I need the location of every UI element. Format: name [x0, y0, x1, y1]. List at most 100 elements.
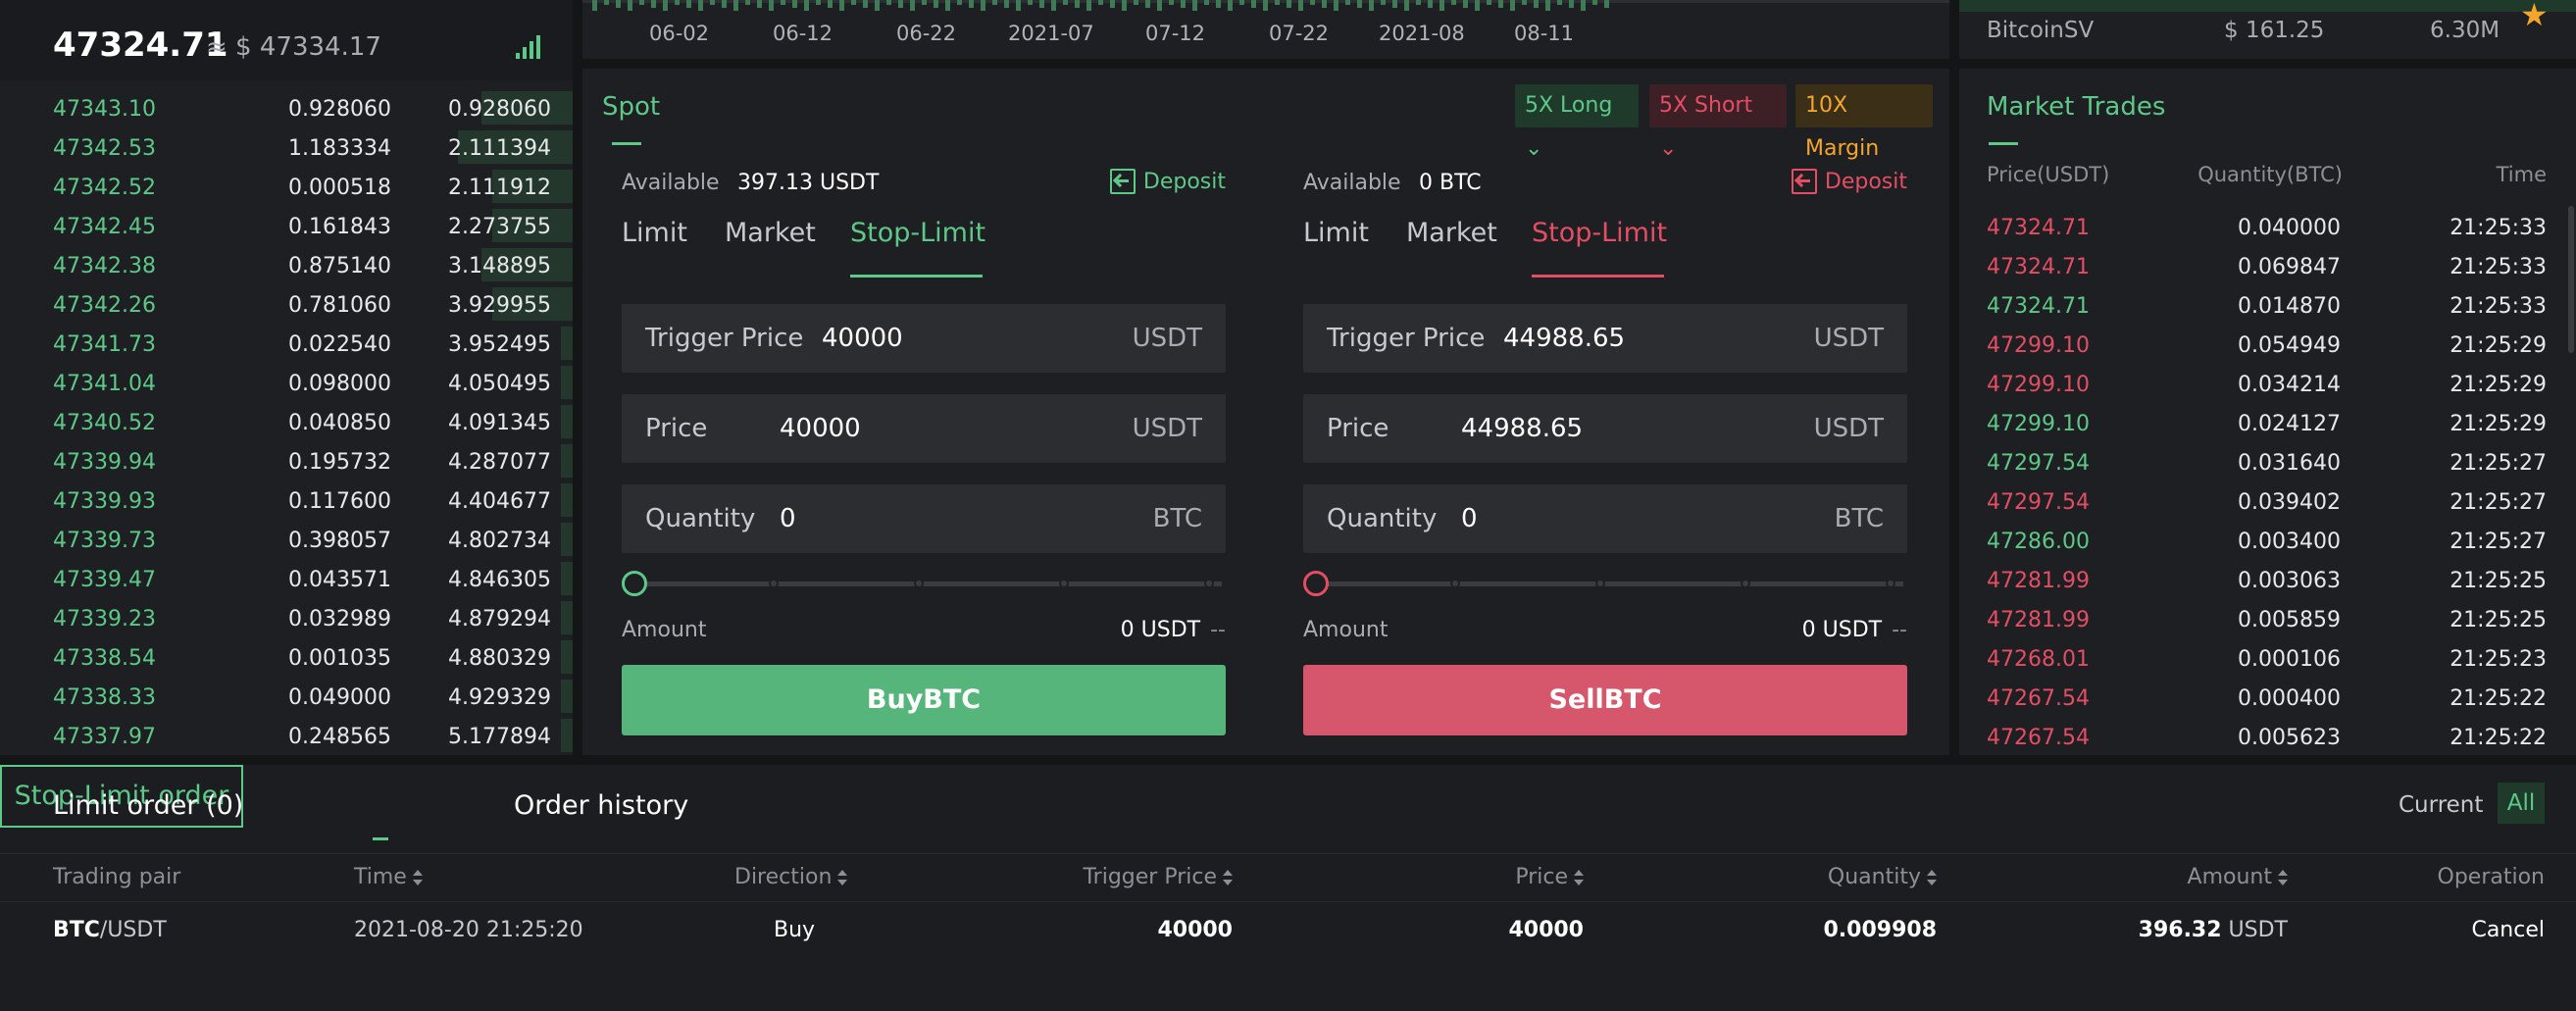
margin-10x-button[interactable]: 10X Margin [1795, 84, 1933, 161]
order-book-row[interactable]: 47342.53 1.183334 2.111394 [0, 127, 573, 167]
quantity-slider[interactable] [1303, 569, 1907, 598]
trigger-price-input[interactable]: 40000 [822, 324, 903, 353]
slider-mark-100[interactable] [1886, 579, 1895, 588]
ticker-price: $ 161.25 [2224, 18, 2325, 43]
order-book-row[interactable]: 47342.45 0.161843 2.273755 [0, 206, 573, 245]
slider-mark-75[interactable] [1741, 579, 1750, 588]
tab-market[interactable]: Market [725, 218, 816, 248]
slider-track [635, 581, 1222, 586]
short-5x-dropdown[interactable]: 5X Short ⌄ [1649, 84, 1787, 161]
chart-volume-bar [686, 0, 691, 8]
col-time[interactable]: Time [354, 865, 423, 889]
available-label: Available [1303, 171, 1401, 195]
chart-volume-bar [1381, 0, 1386, 5]
chart-tick-label: 2021-08 [1379, 22, 1465, 45]
order-book-row[interactable]: 47339.94 0.195732 4.287077 [0, 441, 573, 480]
trigger-price-input[interactable]: 44988.65 [1503, 324, 1625, 353]
quantity-field[interactable]: Quantity 0 BTC [1303, 484, 1907, 553]
order-amount-unit: USDT [2228, 918, 2288, 942]
order-book-row[interactable]: 47341.04 0.098000 4.050495 [0, 363, 573, 402]
chart-volume-bar [1075, 0, 1080, 8]
order-book-price: 47340.52 [53, 411, 156, 435]
quantity-input[interactable]: 0 [780, 504, 796, 533]
buy-btc-button[interactable]: BuyBTC [622, 665, 1226, 735]
tab-stop-limit[interactable]: Stop-Limit [850, 218, 985, 248]
deposit-button[interactable]: Deposit [1109, 169, 1226, 194]
order-book-price: 47342.38 [53, 254, 156, 278]
filter-all[interactable]: All [2498, 783, 2545, 824]
order-book-row[interactable]: 47341.73 0.022540 3.952495 [0, 324, 573, 363]
order-book-row[interactable]: 47337.97 0.248565 5.177894 [0, 716, 573, 755]
slider-mark-50[interactable] [1595, 579, 1605, 588]
order-book-row[interactable]: 47342.52 0.000518 2.111912 [0, 167, 573, 206]
sell-btc-button[interactable]: SellBTC [1303, 665, 1907, 735]
long-5x-dropdown[interactable]: 5X Long ⌄ [1515, 84, 1639, 161]
trade-price: 47286.00 [1987, 530, 2090, 554]
scrollbar[interactable] [2568, 206, 2574, 353]
order-book-row[interactable]: 47339.47 0.043571 4.846305 [0, 559, 573, 598]
price-field[interactable]: Price 40000 USDT [622, 394, 1226, 463]
order-book-row[interactable]: 47338.54 0.001035 4.880329 [0, 637, 573, 677]
slider-mark-25[interactable] [769, 579, 779, 588]
quantity-slider[interactable] [622, 569, 1226, 598]
sort-icon [1927, 870, 1937, 885]
col-trigger-price[interactable]: Trigger Price [1083, 865, 1233, 889]
order-book: 47324.71 ≈ $ 47334.17 47343.10 0.928060 0.… [0, 0, 573, 755]
trade-time: 21:25:29 [2450, 373, 2547, 397]
chart-volume-bar [733, 0, 738, 11]
spot-title[interactable]: Spot [602, 92, 660, 122]
order-book-row[interactable]: 47338.33 0.049000 4.929329 [0, 677, 573, 716]
col-direction[interactable]: Direction [734, 865, 848, 889]
quantity-label: Quantity [1327, 504, 1438, 533]
chart-volume-bar [592, 0, 597, 11]
col-amount[interactable]: Amount [2188, 865, 2288, 889]
star-icon[interactable]: ★ [2520, 0, 2549, 33]
order-book-row[interactable]: 47339.23 0.032989 4.879294 [0, 598, 573, 637]
price-chart-strip[interactable]: 06-02 06-12 06-22 2021-07 07-12 07-22 2021-08 0… [582, 0, 1949, 59]
cancel-order-button[interactable]: Cancel [2471, 918, 2545, 942]
col-trading-pair: Trading pair [53, 865, 181, 889]
chart-volume-bar [992, 0, 997, 5]
price-field[interactable]: Price 44988.65 USDT [1303, 394, 1907, 463]
trade-quantity: 0.005859 [2238, 608, 2341, 632]
slider-mark-75[interactable] [1059, 579, 1069, 588]
tab-order-history[interactable]: Order history [514, 790, 688, 821]
price-input[interactable]: 44988.65 [1461, 414, 1583, 443]
chart-volume-bar [1357, 0, 1362, 8]
order-book-row[interactable]: 47339.93 0.117600 4.404677 [0, 480, 573, 520]
tab-limit-order[interactable]: Limit order (0) [53, 790, 243, 821]
trigger-price-field[interactable]: Trigger Price 40000 USDT [622, 304, 1226, 373]
market-trades-title[interactable]: Market Trades [1987, 92, 2165, 122]
chart-volume-bar [1063, 0, 1068, 5]
col-price[interactable]: Price [1515, 865, 1584, 889]
chart-volume-bar [1322, 0, 1327, 8]
slider-handle[interactable] [1303, 571, 1329, 596]
slider-handle[interactable] [622, 571, 647, 596]
quantity-input[interactable]: 0 [1461, 504, 1478, 533]
deposit-button[interactable]: Deposit [1791, 169, 1907, 194]
order-book-row[interactable]: 47343.10 0.928060 0.928060 [0, 88, 573, 127]
filter-current[interactable]: Current [2399, 792, 2483, 818]
selected-ticker-highlight [1959, 0, 2576, 12]
quantity-field[interactable]: Quantity 0 BTC [622, 484, 1226, 553]
long-label: 5X Long [1525, 93, 1613, 118]
ticker-name[interactable]: BitcoinSV [1987, 18, 2094, 43]
order-book-row[interactable]: 47342.38 0.875140 3.148895 [0, 245, 573, 284]
tab-stop-limit[interactable]: Stop-Limit [1532, 218, 1667, 248]
trade-row: 47324.71 0.040000 21:25:33 [1959, 208, 2576, 247]
tab-limit[interactable]: Limit [622, 218, 687, 248]
market-trades-underline [1989, 142, 2018, 145]
tab-market[interactable]: Market [1406, 218, 1497, 248]
tab-limit[interactable]: Limit [1303, 218, 1369, 248]
order-book-row[interactable]: 47340.52 0.040850 4.091345 [0, 402, 573, 441]
chart-volume-bar [898, 0, 903, 8]
price-input[interactable]: 40000 [780, 414, 861, 443]
slider-mark-100[interactable] [1204, 579, 1214, 588]
slider-mark-25[interactable] [1450, 579, 1460, 588]
order-book-row[interactable]: 47342.26 0.781060 3.929955 [0, 284, 573, 324]
order-book-row[interactable]: 47339.73 0.398057 4.802734 [0, 520, 573, 559]
col-quantity[interactable]: Quantity [1828, 865, 1937, 889]
slider-mark-50[interactable] [914, 579, 924, 588]
trigger-price-field[interactable]: Trigger Price 44988.65 USDT [1303, 304, 1907, 373]
chart-volume-bar [922, 0, 927, 5]
